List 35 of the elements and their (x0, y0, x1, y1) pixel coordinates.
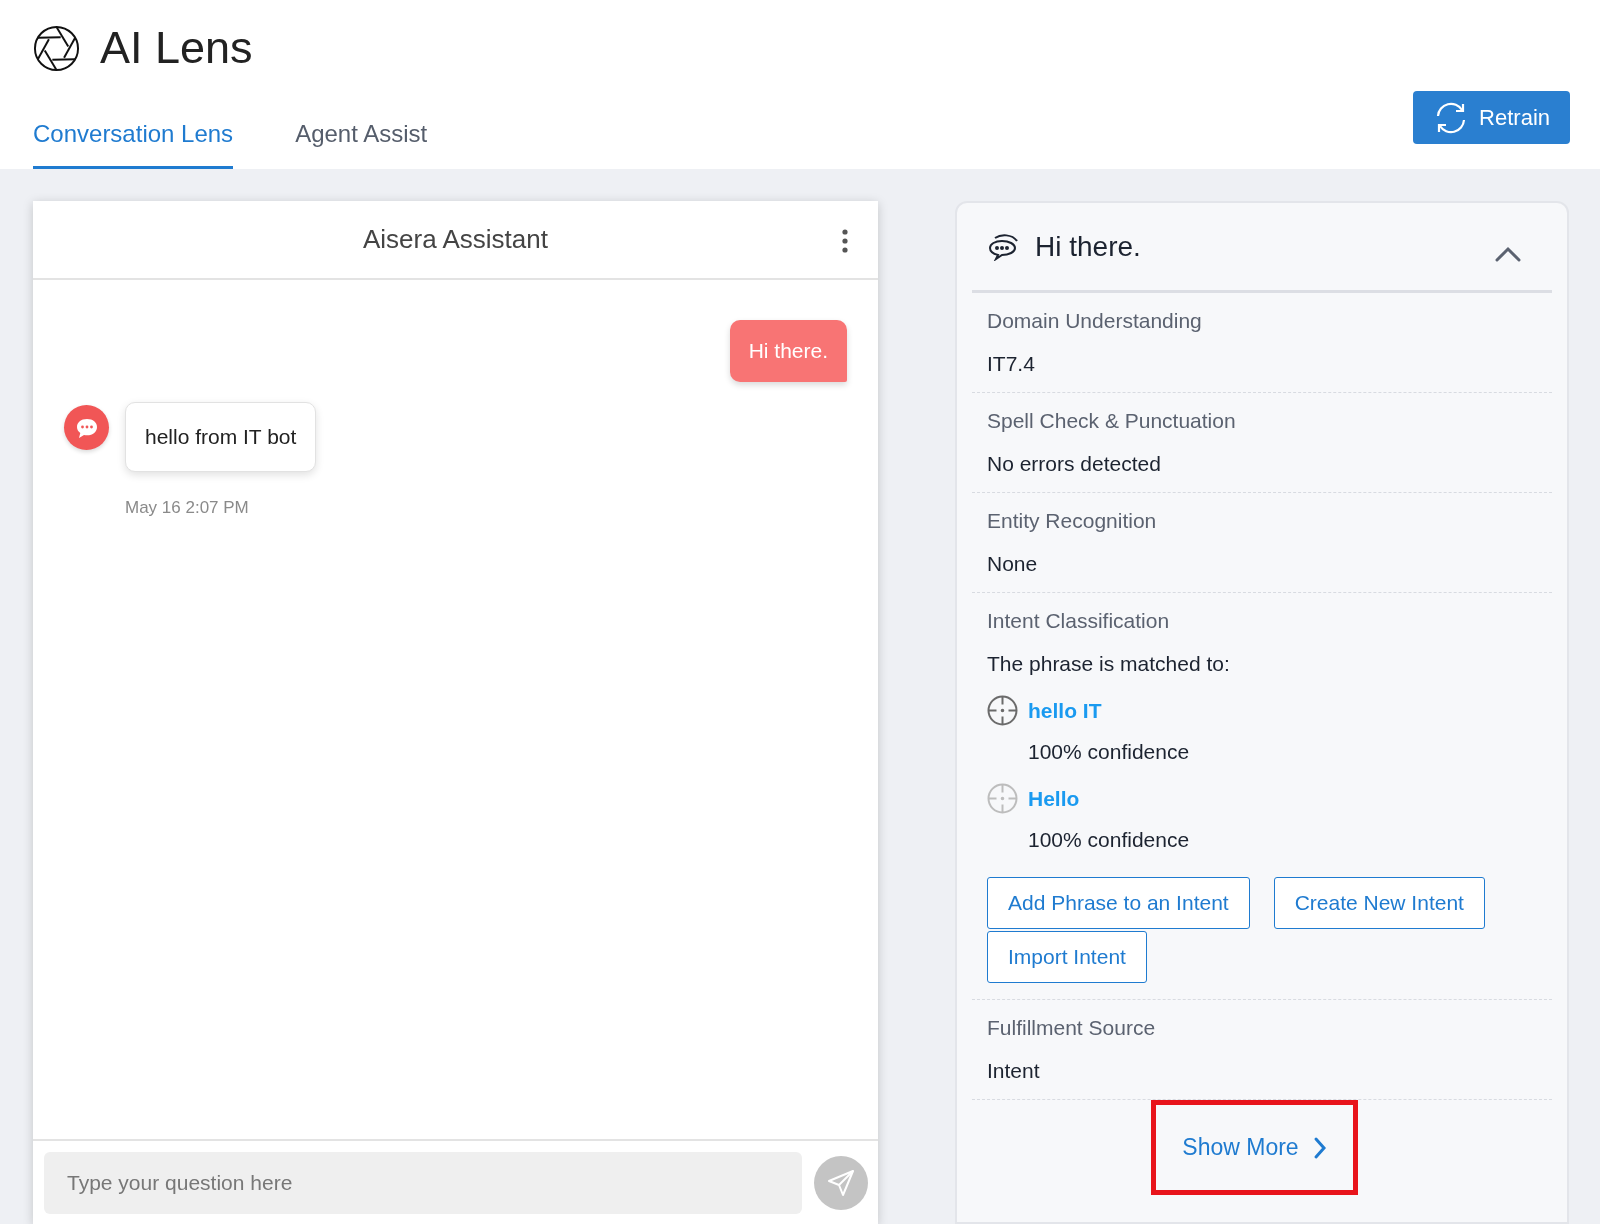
section-label: Intent Classification (987, 609, 1171, 633)
intent-link[interactable]: hello IT (1028, 698, 1102, 723)
user-message: Hi there. (729, 320, 847, 382)
show-more-button[interactable]: Show More (1151, 1100, 1358, 1195)
message-time: May 16 2:07 PM (125, 498, 250, 518)
confidence-text: 100% confidence (1027, 828, 1191, 852)
retrain-button[interactable]: Retrain (1413, 91, 1570, 144)
chat-bubble-icon (74, 416, 99, 439)
section-value: Intent (987, 1059, 1041, 1083)
chevron-up-icon[interactable] (1494, 244, 1522, 263)
intent-link[interactable]: Hello (1028, 786, 1080, 811)
section-label: Spell Check & Punctuation (987, 409, 1237, 433)
section-label: Fulfillment Source (987, 1016, 1157, 1040)
confidence-text: 100% confidence (1027, 740, 1191, 764)
tab[interactable]: Conversation Lens (33, 114, 234, 169)
send-icon (826, 1168, 856, 1198)
section-value: The phrase is matched to: (987, 652, 1231, 676)
intent-action-button[interactable]: Import Intent (987, 931, 1147, 983)
section-value: IT7.4 (987, 352, 1036, 376)
intent-action-button[interactable]: Create New Intent (1273, 877, 1485, 929)
chat-title: Aisera Assistant (363, 224, 548, 255)
intent-action-button[interactable]: Add Phrase to an Intent (987, 877, 1250, 929)
chevron-right-icon (1312, 1135, 1327, 1160)
section-label: Entity Recognition (987, 509, 1158, 533)
section-label: Domain Understanding (987, 309, 1203, 333)
more-options-icon[interactable] (842, 229, 848, 253)
speech-bubble-icon (987, 232, 1019, 261)
section-value: No errors detected (987, 452, 1162, 476)
app-title: AI Lens (100, 22, 253, 74)
aperture-logo-icon (33, 24, 80, 72)
question-input[interactable]: Type your question here (44, 1152, 802, 1214)
phrase-title: Hi there. (1035, 230, 1142, 263)
bot-message: hello from IT bot (125, 402, 317, 472)
tab[interactable]: Agent Assist (295, 114, 428, 169)
section-value: None (987, 552, 1039, 576)
